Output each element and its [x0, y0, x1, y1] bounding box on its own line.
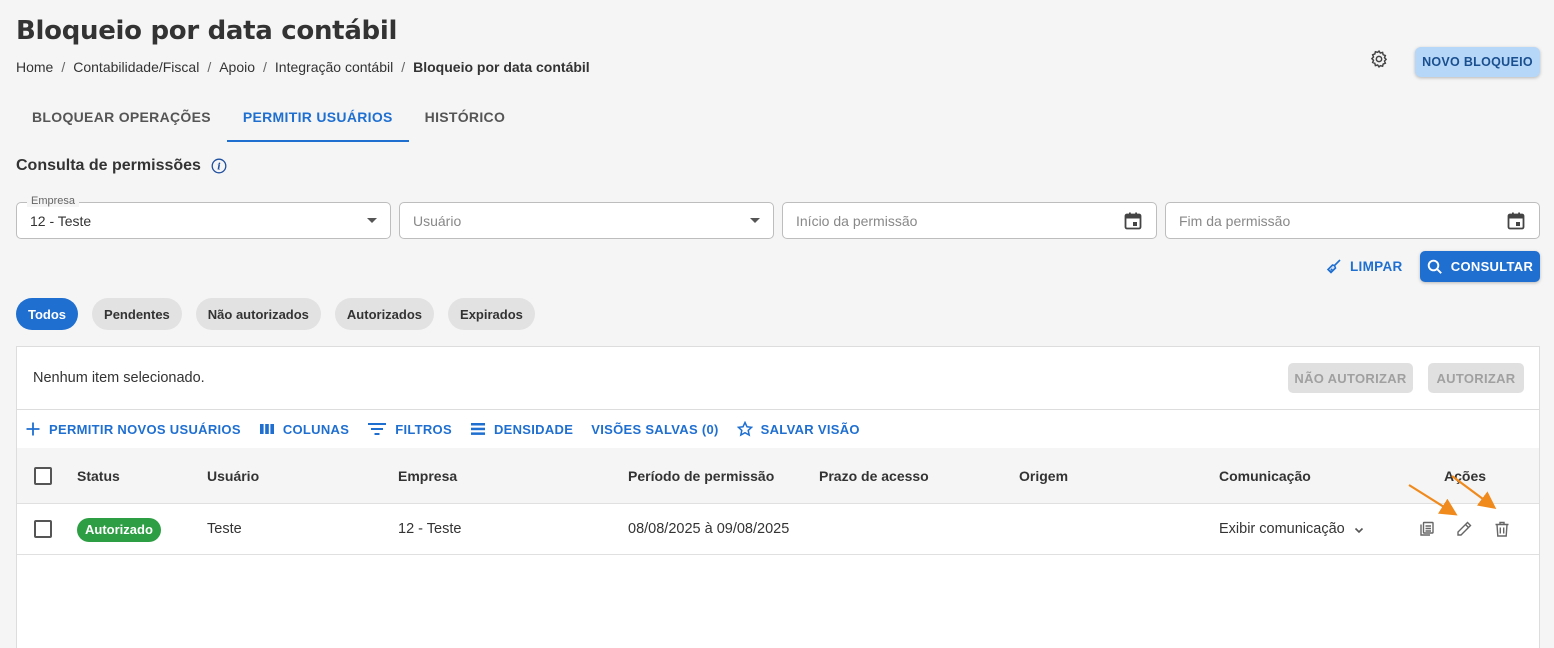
density-label: DENSIDADE: [493, 421, 574, 437]
empresa-label: Empresa: [27, 195, 80, 207]
search-label: CONSULTAR: [1450, 259, 1534, 274]
cell-empresa: 12 - Teste: [398, 521, 462, 537]
new-block-button[interactable]: NOVO BLOQUEIO: [1415, 47, 1540, 77]
breadcrumb-separator: /: [61, 59, 66, 75]
pencil-icon: [1457, 521, 1472, 536]
breadcrumb-separator: /: [401, 59, 406, 75]
trash-icon: [1495, 521, 1509, 537]
delete-button[interactable]: [1491, 518, 1513, 540]
inicio-permissao-field[interactable]: Início da permissão: [782, 202, 1157, 239]
chevron-down-icon: [1354, 527, 1363, 533]
selection-status: Nenhum item selecionado.: [33, 370, 205, 386]
tab-permitir-usuarios[interactable]: PERMITIR USUÁRIOS: [226, 96, 409, 142]
page-title: Bloqueio por data contábil: [16, 16, 398, 46]
selection-bar: Nenhum item selecionado. NÃO AUTORIZAR A…: [17, 347, 1539, 410]
empresa-select[interactable]: Empresa 12 - Teste: [16, 195, 391, 239]
chip-pendentes[interactable]: Pendentes: [92, 298, 182, 330]
filter-lines-icon: [368, 423, 387, 435]
copy-icon: [1420, 521, 1434, 536]
search-button[interactable]: CONSULTAR: [1420, 251, 1540, 282]
fim-placeholder: Fim da permissão: [1179, 212, 1291, 229]
add-users-button[interactable]: PERMITIR NOVOS USUÁRIOS: [25, 421, 241, 437]
column-header-acoes: Ações: [1444, 468, 1487, 484]
density-icon: [470, 423, 485, 435]
breadcrumb-contabilidade[interactable]: Contabilidade/Fiscal: [73, 59, 199, 75]
edit-button[interactable]: [1453, 518, 1475, 540]
chip-todos[interactable]: Todos: [16, 298, 79, 330]
breadcrumb-apoio[interactable]: Apoio: [219, 59, 255, 75]
chip-expirados[interactable]: Expirados: [448, 298, 535, 330]
status-badge: Autorizado: [77, 518, 161, 542]
calendar-icon[interactable]: [1123, 211, 1143, 231]
show-communication-toggle[interactable]: Exibir comunicação: [1219, 504, 1365, 555]
clear-label: LIMPAR: [1350, 258, 1403, 274]
tab-bloquear-operacoes[interactable]: BLOQUEAR OPERAÇÕES: [16, 96, 227, 142]
reject-button[interactable]: NÃO AUTORIZAR: [1288, 363, 1413, 393]
column-header-usuario[interactable]: Usuário: [207, 448, 259, 504]
section-title: Consulta de permissões: [16, 157, 201, 174]
table-row[interactable]: Autorizado Teste 12 - Teste 08/08/2025 à…: [17, 504, 1539, 555]
status-filter-chips: Todos Pendentes Não autorizados Autoriza…: [16, 298, 535, 330]
broom-icon: [1326, 259, 1341, 274]
column-header-empresa[interactable]: Empresa: [398, 448, 457, 504]
dropdown-caret-icon: [750, 218, 760, 223]
svg-text:i: i: [217, 163, 221, 173]
plus-icon: [26, 422, 40, 436]
breadcrumb-integracao[interactable]: Integração contábil: [275, 59, 393, 75]
clear-button[interactable]: LIMPAR: [1326, 257, 1403, 275]
breadcrumb-home[interactable]: Home: [16, 59, 53, 75]
copy-button[interactable]: [1416, 518, 1438, 540]
breadcrumb-current: Bloqueio por data contábil: [413, 59, 590, 75]
breadcrumb-separator: /: [263, 59, 267, 75]
columns-label: COLUNAS: [282, 421, 350, 437]
column-header-status[interactable]: Status: [77, 448, 120, 504]
empresa-value: 12 - Teste: [30, 212, 92, 229]
gear-icon: [1370, 49, 1388, 69]
cell-comunicacao: Exibir comunicação: [1219, 521, 1345, 537]
cell-usuario: Teste: [207, 521, 242, 537]
usuario-placeholder: Usuário: [413, 212, 462, 229]
results-panel: Nenhum item selecionado. NÃO AUTORIZAR A…: [16, 346, 1540, 648]
dropdown-caret-icon: [367, 218, 377, 223]
search-icon: [1427, 259, 1442, 274]
column-header-origem[interactable]: Origem: [1019, 448, 1068, 504]
fim-permissao-field[interactable]: Fim da permissão: [1165, 202, 1540, 239]
section-header: Consulta de permissões i: [16, 157, 227, 175]
column-header-comunicacao[interactable]: Comunicação: [1219, 448, 1311, 504]
approve-button[interactable]: AUTORIZAR: [1428, 363, 1524, 393]
saved-views-label: VISÕES SALVAS (0): [591, 421, 719, 437]
row-checkbox[interactable]: [34, 520, 52, 538]
column-header-prazo[interactable]: Prazo de acesso: [819, 448, 929, 504]
star-icon: [736, 421, 753, 437]
saved-views-button[interactable]: VISÕES SALVAS (0): [591, 422, 718, 437]
cell-periodo: 08/08/2025 à 09/08/2025: [628, 521, 790, 537]
tab-historico[interactable]: HISTÓRICO: [409, 96, 521, 142]
save-view-label: SALVAR VISÃO: [760, 421, 860, 437]
chip-autorizados[interactable]: Autorizados: [334, 298, 435, 330]
table-header: Status Usuário Empresa Período de permis…: [17, 448, 1539, 504]
add-users-label: PERMITIR NOVOS USUÁRIOS: [49, 421, 241, 437]
breadcrumb-separator: /: [207, 59, 212, 75]
chip-nao-autorizados[interactable]: Não autorizados: [195, 298, 321, 330]
select-all-checkbox[interactable]: [34, 467, 52, 485]
usuario-select[interactable]: Usuário: [399, 202, 774, 239]
calendar-icon[interactable]: [1506, 211, 1526, 231]
column-header-periodo[interactable]: Período de permissão: [628, 448, 774, 504]
columns-button[interactable]: COLUNAS: [259, 422, 349, 437]
info-icon[interactable]: i: [211, 158, 227, 174]
filters-button[interactable]: FILTROS: [367, 421, 452, 437]
filters-label: FILTROS: [395, 421, 452, 437]
inicio-placeholder: Início da permissão: [796, 212, 918, 229]
columns-icon: [259, 424, 274, 434]
grid-toolbar: PERMITIR NOVOS USUÁRIOS COLUNAS FILTROS …: [17, 410, 1539, 448]
settings-button[interactable]: [1366, 46, 1392, 72]
breadcrumb: Home / Contabilidade/Fiscal / Apoio / In…: [16, 59, 590, 75]
tab-bar: BLOQUEAR OPERAÇÕES PERMITIR USUÁRIOS HIS…: [16, 96, 521, 142]
density-button[interactable]: DENSIDADE: [470, 421, 573, 437]
save-view-button[interactable]: SALVAR VISÃO: [736, 421, 860, 437]
